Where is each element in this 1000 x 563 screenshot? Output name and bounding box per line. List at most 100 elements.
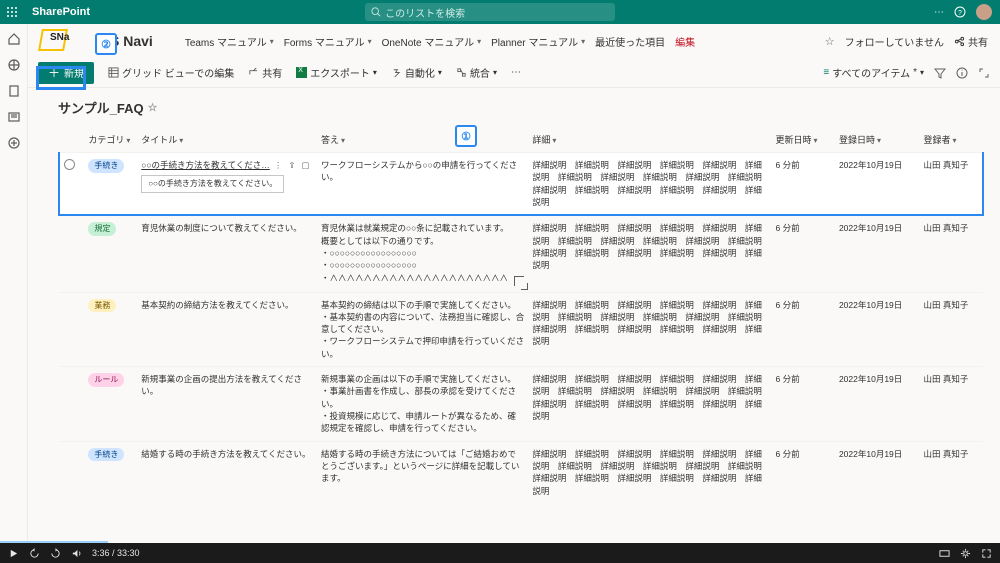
item-title[interactable]: 新規事業の企画の提出方法を教えてください。 bbox=[141, 374, 302, 396]
suite-action-1[interactable]: ⋯ bbox=[934, 7, 944, 18]
item-title[interactable]: 育児休業の制度について教えてください。 bbox=[141, 223, 302, 233]
item-detail: 詳細説明 詳細説明 詳細説明 詳細説明 詳細説明 詳細説明 詳細説明 詳細説明 … bbox=[528, 153, 771, 216]
left-nav-rail bbox=[0, 24, 28, 543]
suite-right: ⋯ ? bbox=[934, 4, 1000, 20]
item-regdate: 2022年10月19日 bbox=[835, 153, 920, 216]
col-detail[interactable]: 詳細▾ bbox=[528, 129, 771, 153]
filter-icon[interactable] bbox=[934, 67, 946, 79]
cc-icon[interactable] bbox=[939, 548, 950, 559]
share-row-icon[interactable]: ⇪ bbox=[288, 159, 295, 171]
open-icon[interactable] bbox=[514, 276, 524, 286]
favorite-icon[interactable]: ☆ bbox=[148, 101, 158, 114]
item-title[interactable]: ○○の手続き方法を教えてくださ… bbox=[141, 160, 270, 170]
suite-search[interactable]: このリストを検索 bbox=[365, 3, 615, 21]
nav-onenote[interactable]: OneNote マニュアル▾ bbox=[382, 34, 482, 49]
volume-icon[interactable] bbox=[71, 548, 82, 559]
category-pill: 手続き bbox=[88, 159, 124, 173]
row-select[interactable] bbox=[64, 159, 75, 170]
globe-icon[interactable] bbox=[7, 58, 21, 72]
suite-bar: SharePoint このリストを検索 ⋯ ? bbox=[0, 0, 1000, 24]
item-updated: 6 分前 bbox=[772, 215, 835, 292]
create-icon[interactable] bbox=[7, 136, 21, 150]
follow-star-icon[interactable]: ☆ bbox=[825, 35, 835, 48]
site-share-button[interactable]: 共有 bbox=[954, 34, 988, 49]
item-regdate: 2022年10月19日 bbox=[835, 367, 920, 442]
item-author: 山田 真知子 bbox=[920, 215, 983, 292]
item-updated: 6 分前 bbox=[772, 153, 835, 216]
video-time: 3:36 / 33:30 bbox=[92, 548, 140, 558]
svg-text:?: ? bbox=[958, 10, 962, 17]
item-regdate: 2022年10月19日 bbox=[835, 441, 920, 503]
table-row[interactable]: 規定育児休業の制度について教えてください。育児休業は就業規定の○○条に記載されて… bbox=[59, 215, 983, 292]
col-category[interactable]: カテゴリ▾ bbox=[84, 129, 137, 153]
site-logo[interactable]: SNa bbox=[40, 29, 100, 53]
item-author: 山田 真知子 bbox=[920, 153, 983, 216]
files-icon[interactable] bbox=[7, 84, 21, 98]
table-row[interactable]: 手続き ○○の手続き方法を教えてくださ… ⋮ ⇪ ▢ ○○の手続き方法を教えてください。 ワ… bbox=[59, 153, 983, 216]
nav-forms[interactable]: Forms マニュアル▾ bbox=[284, 34, 372, 49]
col-title[interactable]: タイトル▾ bbox=[137, 129, 317, 153]
excel-icon bbox=[296, 67, 307, 78]
command-bar: ＋ 新規 グリッド ビューでの編集 共有 エクスポート▾ 自動化▾ 統合▾ bbox=[28, 58, 1000, 88]
nav-teams[interactable]: Teams マニュアル▾ bbox=[185, 34, 274, 49]
item-answer: 基本契約の締結は以下の手順で実施してください。 ・基本契約書の内容について、法務… bbox=[317, 292, 528, 367]
nav-recent[interactable]: 最近使った項目 bbox=[595, 34, 665, 49]
cmd-export[interactable]: エクスポート▾ bbox=[296, 65, 377, 80]
follow-status[interactable]: フォローしていません bbox=[845, 34, 944, 49]
cmd-automate[interactable]: 自動化▾ bbox=[391, 65, 442, 80]
item-updated: 6 分前 bbox=[772, 292, 835, 367]
nav-planner[interactable]: Planner マニュアル▾ bbox=[491, 34, 585, 49]
item-detail: 詳細説明 詳細説明 詳細説明 詳細説明 詳細説明 詳細説明 詳細説明 詳細説明 … bbox=[528, 441, 771, 503]
home-icon[interactable] bbox=[7, 32, 21, 46]
cmd-share[interactable]: 共有 bbox=[248, 65, 282, 80]
more-icon[interactable]: ⋮ bbox=[274, 159, 283, 171]
item-answer: 新規事業の企画は以下の手順で実施してください。 ・事業計画書を作成し、部長の承認… bbox=[317, 367, 528, 442]
item-author: 山田 真知子 bbox=[920, 292, 983, 367]
cmd-gridview[interactable]: グリッド ビューでの編集 bbox=[108, 65, 234, 80]
search-icon bbox=[371, 7, 381, 17]
callout-1: ① bbox=[455, 125, 477, 147]
app-launcher[interactable] bbox=[0, 0, 24, 24]
cmd-more[interactable]: ⋯ bbox=[511, 67, 521, 78]
col-regdate[interactable]: 登録日時▾ bbox=[835, 129, 920, 153]
video-player-bar: 3:36 / 33:30 bbox=[0, 543, 1000, 563]
col-answer[interactable]: 答え▾ bbox=[317, 129, 528, 153]
info-icon[interactable] bbox=[956, 67, 968, 79]
play-icon[interactable] bbox=[8, 548, 19, 559]
search-placeholder: このリストを検索 bbox=[385, 5, 465, 20]
col-updated[interactable]: 更新日時▾ bbox=[772, 129, 835, 153]
nav-edit[interactable]: 編集 bbox=[675, 34, 695, 49]
video-progress[interactable] bbox=[0, 541, 1000, 543]
suite-app-name[interactable]: SharePoint bbox=[24, 6, 90, 18]
share-icon bbox=[248, 67, 259, 78]
help-icon[interactable]: ? bbox=[954, 6, 966, 18]
settings-icon[interactable] bbox=[960, 548, 971, 559]
waffle-icon bbox=[6, 6, 18, 18]
item-answer: 結婚する時の手続き方法については「ご結婚おめでとうございます。」というページに詳… bbox=[317, 441, 528, 503]
list-grid: カテゴリ▾ タイトル▾ 答え▾ 詳細▾ 更新日時▾ 登録日時▾ 登録者▾ 手続き… bbox=[58, 129, 984, 503]
new-item-button[interactable]: ＋ 新規 bbox=[38, 62, 94, 84]
cmd-integrate[interactable]: 統合▾ bbox=[456, 65, 497, 80]
item-updated: 6 分前 bbox=[772, 367, 835, 442]
tooltip: ○○の手続き方法を教えてください。 bbox=[141, 175, 284, 193]
site-header: SNa S Navi Teams マニュアル▾ Forms マニュアル▾ One… bbox=[28, 24, 1000, 58]
expand-icon[interactable] bbox=[978, 67, 990, 79]
news-icon[interactable] bbox=[7, 110, 21, 124]
forward-icon[interactable] bbox=[50, 548, 61, 559]
item-answer: ワークフローシステムから○○の申請を行ってください。 bbox=[317, 153, 528, 216]
plus-icon: ＋ bbox=[48, 67, 60, 79]
user-avatar[interactable] bbox=[976, 4, 992, 20]
grid-icon bbox=[108, 67, 119, 78]
item-author: 山田 真知子 bbox=[920, 441, 983, 503]
list-area: サンプル_FAQ ☆ カテゴリ▾ タイトル▾ 答え▾ 詳細▾ 更新日時▾ 登録日… bbox=[28, 88, 1000, 543]
col-author[interactable]: 登録者▾ bbox=[920, 129, 983, 153]
view-switcher[interactable]: ≡ すべてのアイテム*▾ bbox=[823, 65, 924, 80]
fullscreen-icon[interactable] bbox=[981, 548, 992, 559]
item-title[interactable]: 基本契約の締結方法を教えてください。 bbox=[141, 300, 293, 310]
table-row[interactable]: 業務基本契約の締結方法を教えてください。基本契約の締結は以下の手順で実施してくだ… bbox=[59, 292, 983, 367]
table-row[interactable]: 手続き結婚する時の手続き方法を教えてください。結婚する時の手続き方法については「… bbox=[59, 441, 983, 503]
rewind-icon[interactable] bbox=[29, 548, 40, 559]
table-row[interactable]: ルール新規事業の企画の提出方法を教えてください。新規事業の企画は以下の手順で実施… bbox=[59, 367, 983, 442]
comment-icon[interactable]: ▢ bbox=[301, 159, 309, 171]
item-title[interactable]: 結婚する時の手続き方法を教えてください。 bbox=[141, 449, 310, 459]
